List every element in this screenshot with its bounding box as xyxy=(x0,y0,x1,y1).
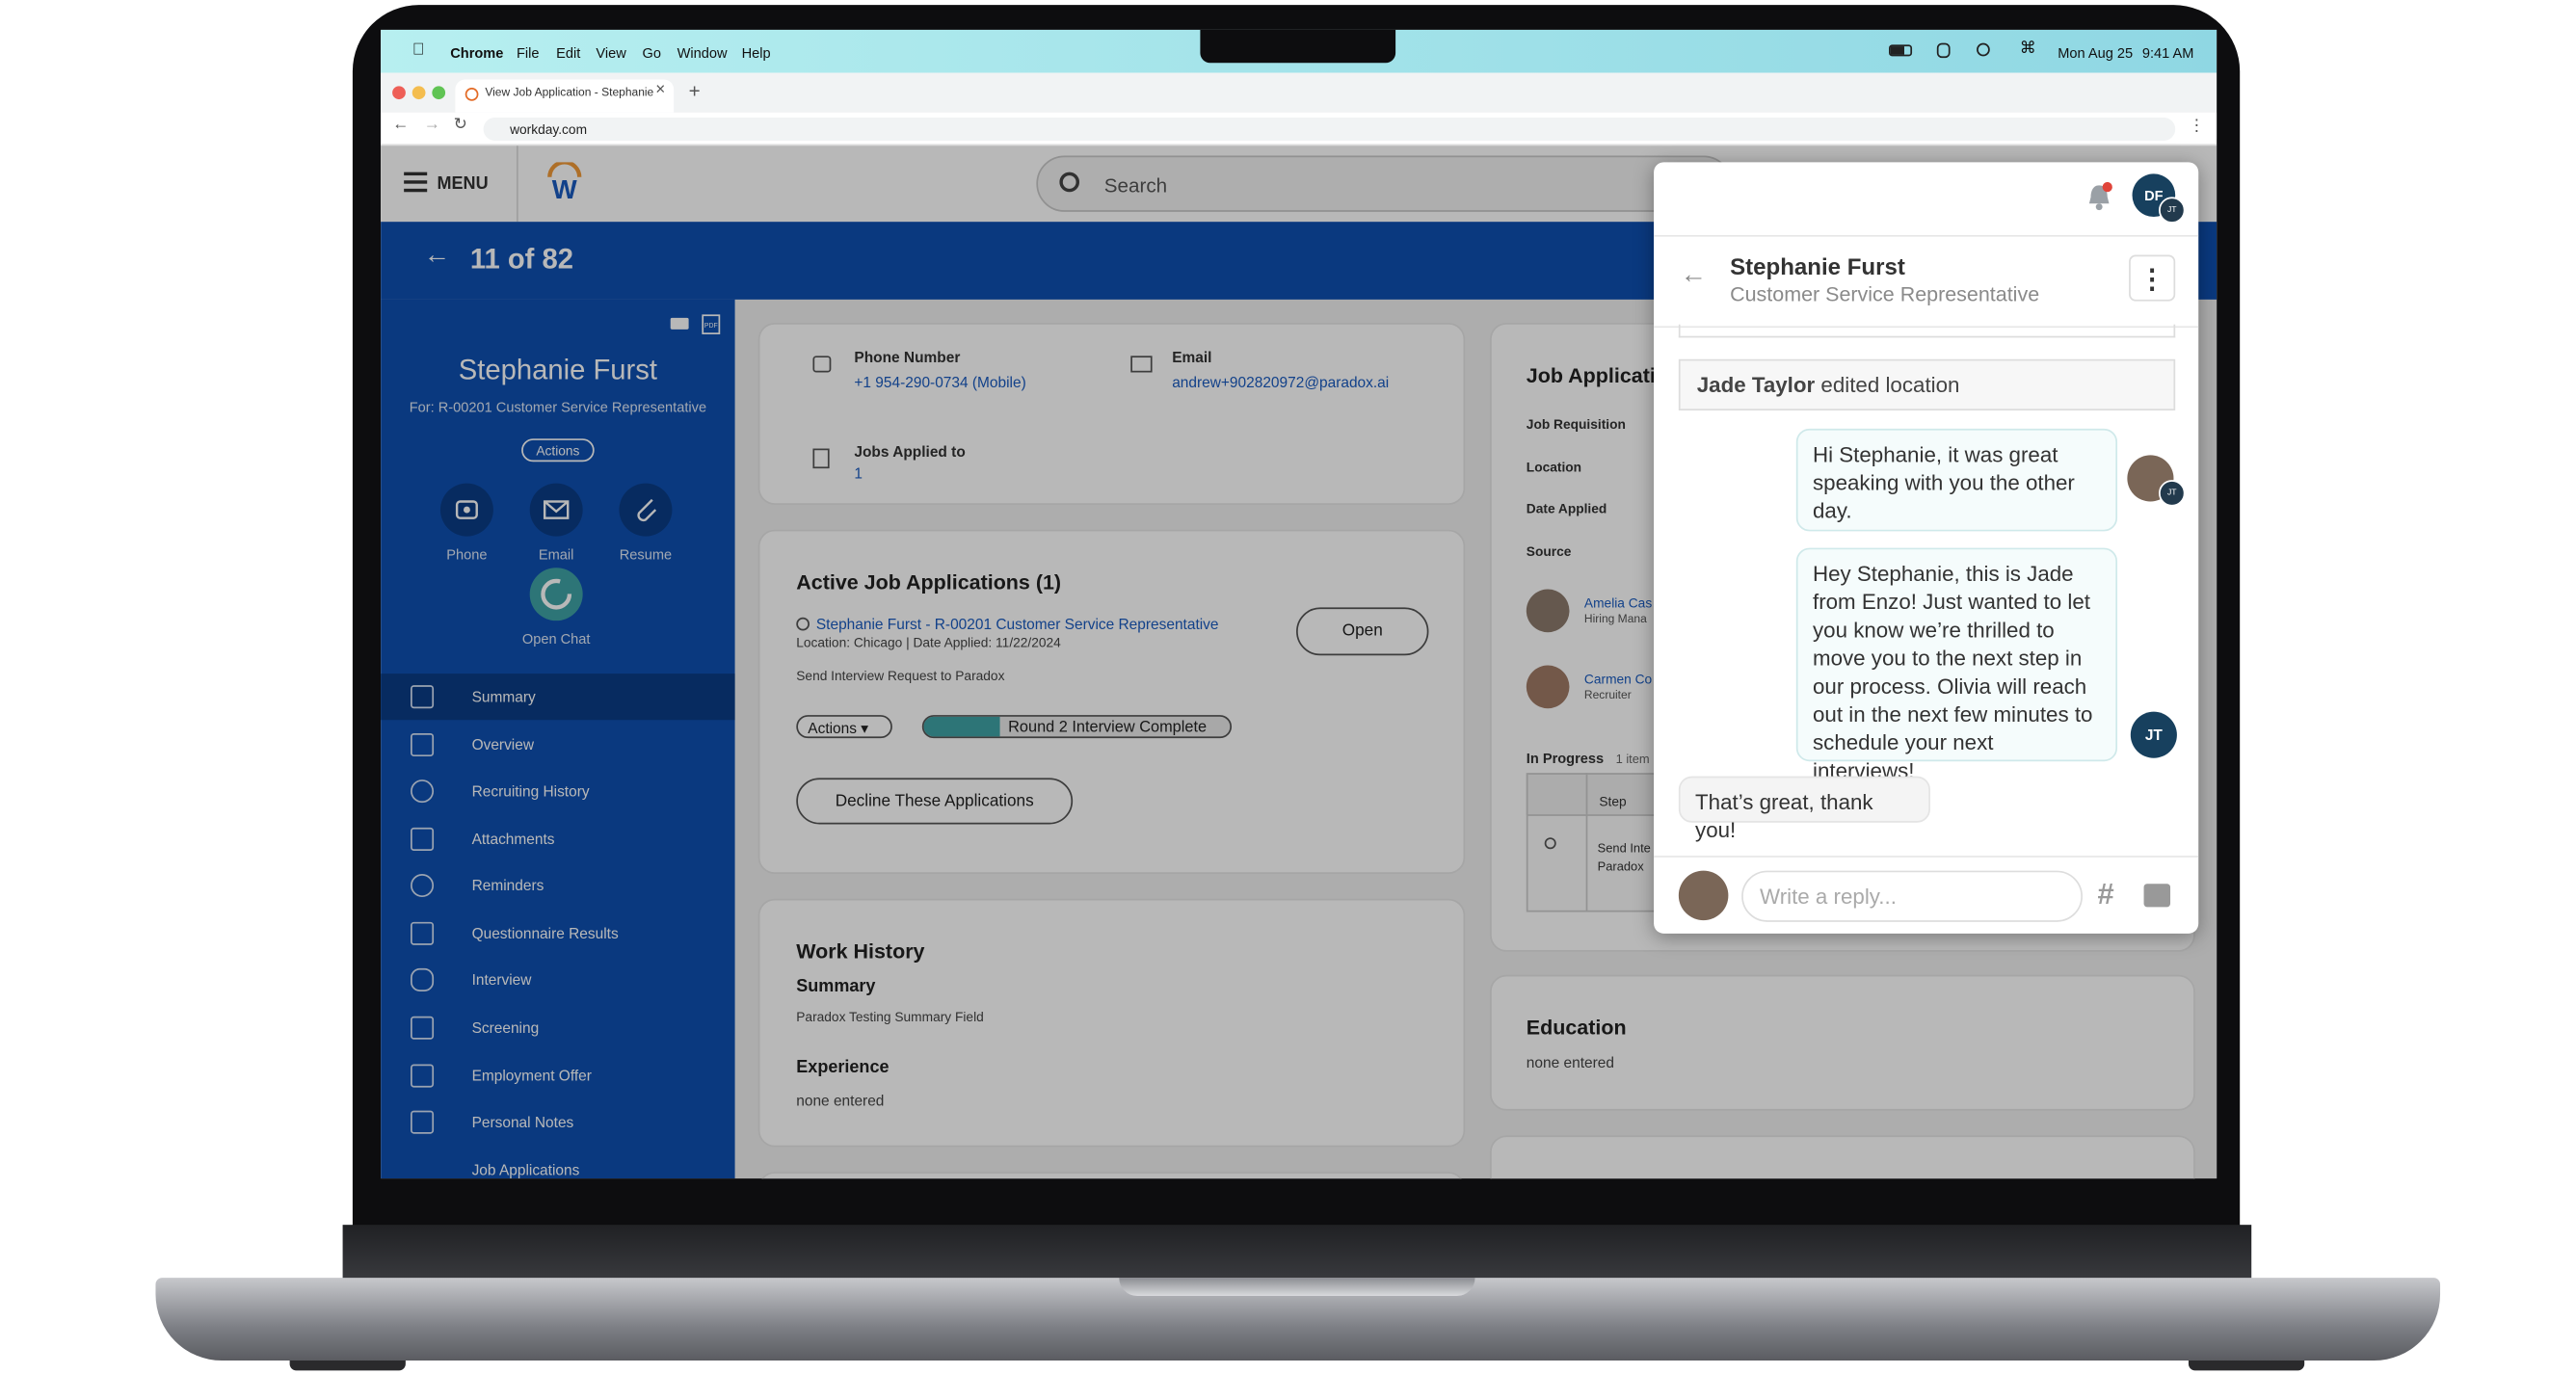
camera-notch xyxy=(1200,29,1396,64)
close-window-button[interactable] xyxy=(392,86,406,100)
laptop-hinge xyxy=(342,1225,2252,1283)
menu-edit[interactable]: Edit xyxy=(556,44,580,61)
reply-input[interactable]: Write a reply... xyxy=(1741,870,2083,922)
back-icon[interactable]: ← xyxy=(392,116,409,134)
reply-placeholder: Write a reply... xyxy=(1760,884,1897,910)
more-options-button[interactable]: ⋮ xyxy=(2129,254,2176,302)
event-actor: Jade Taylor xyxy=(1696,372,1816,398)
menu-window[interactable]: Window xyxy=(677,44,728,61)
menubar-time: 9:41 AM xyxy=(2141,44,2194,62)
zoom-window-button[interactable] xyxy=(432,86,446,100)
tab-title: View Job Application - Stephanie xyxy=(485,88,654,100)
wifi-icon[interactable]: ⌘ xyxy=(2020,40,2036,58)
prior-event-card xyxy=(1678,324,2176,338)
chat-contact-role: Customer Service Representative xyxy=(1730,282,2040,306)
bell-icon[interactable] xyxy=(2085,181,2112,212)
kebab-menu-icon[interactable]: ⋮ xyxy=(2189,118,2205,136)
spotlight-icon[interactable] xyxy=(1977,42,1990,57)
system-event: Jade Taylor edited location xyxy=(1678,358,2176,411)
menu-view[interactable]: View xyxy=(596,44,625,61)
battery-icon[interactable] xyxy=(1889,44,1913,57)
address-bar[interactable]: workday.com xyxy=(483,117,2176,142)
menubar-date: Mon Aug 25 xyxy=(2058,44,2134,62)
avatar[interactable]: JT xyxy=(2130,711,2177,758)
new-tab-icon[interactable]: + xyxy=(689,79,701,102)
apple-icon[interactable]:  xyxy=(412,41,425,60)
avatar[interactable] xyxy=(1678,870,1729,921)
hashtag-icon[interactable]: # xyxy=(2097,877,2113,912)
app-menu[interactable]: Chrome xyxy=(450,44,503,61)
user-avatar-badge: JT xyxy=(2159,197,2186,224)
chat-divider xyxy=(1654,856,2199,858)
forward-icon[interactable]: → xyxy=(424,116,440,134)
reply-bubble: That’s great, thank you! xyxy=(1678,776,1930,842)
reload-icon[interactable]: ↻ xyxy=(454,116,467,134)
image-icon[interactable] xyxy=(2143,884,2171,908)
favicon-icon xyxy=(465,88,479,101)
menu-file[interactable]: File xyxy=(517,44,540,61)
message-bubble: Hey Stephanie, this is Jade from Enzo! J… xyxy=(1795,547,2118,783)
menu-help[interactable]: Help xyxy=(742,44,771,61)
chat-panel: DF JT ← Stephanie Furst Customer Service… xyxy=(1654,162,2199,934)
url-text: workday.com xyxy=(510,122,588,138)
browser-tab[interactable]: View Job Application - Stephanie xyxy=(455,79,675,113)
laptop-foot-right xyxy=(2188,1361,2305,1371)
laptop-foot-left xyxy=(289,1361,406,1371)
screen:  Chrome File Edit View Go Window Help ⌘… xyxy=(381,29,2217,1179)
back-arrow-icon[interactable]: ← xyxy=(1681,261,1707,291)
chat-divider xyxy=(1654,234,2199,237)
event-text: edited location xyxy=(1815,372,1960,398)
laptop-thumb-notch xyxy=(1119,1278,1475,1297)
control-center-icon[interactable] xyxy=(1936,42,1951,59)
chat-contact-name: Stephanie Furst xyxy=(1730,252,1905,280)
avatar-badge: JT xyxy=(2159,480,2186,507)
menu-go[interactable]: Go xyxy=(643,44,661,61)
message-bubble: Hi Stephanie, it was great speaking with… xyxy=(1795,428,2118,532)
close-tab-icon[interactable]: × xyxy=(655,81,665,99)
minimize-window-button[interactable] xyxy=(412,86,426,100)
